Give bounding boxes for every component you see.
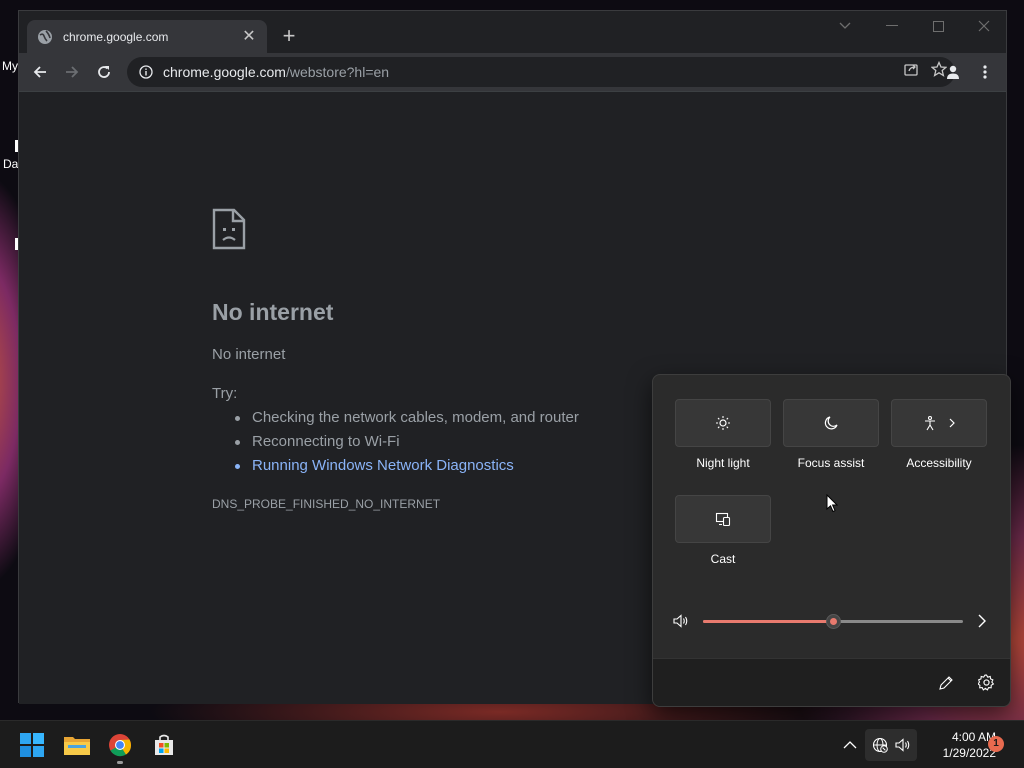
night-light-tile[interactable] — [675, 399, 771, 447]
title-bar: chrome.google.com ✕ + — [19, 11, 1006, 53]
maximize-icon — [932, 20, 944, 32]
start-button[interactable] — [16, 729, 48, 761]
cast-icon — [715, 512, 731, 527]
folder-icon — [64, 737, 90, 755]
gear-icon[interactable] — [978, 674, 995, 691]
mouse-cursor — [826, 494, 838, 513]
network-diagnostics-link[interactable]: Running Windows Network Diagnostics — [233, 457, 579, 481]
cast-tile[interactable] — [675, 495, 771, 543]
store-icon — [155, 734, 173, 755]
info-icon — [139, 65, 153, 79]
desktop-icon-label: Da — [3, 157, 19, 171]
quick-settings-panel: Night light Focus assist Accessibility C… — [652, 374, 1011, 707]
close-icon — [978, 20, 990, 32]
chevron-up-icon — [843, 741, 857, 749]
close-window-button[interactable] — [961, 11, 1007, 41]
url-host: chrome.google.com — [163, 64, 286, 80]
back-button[interactable] — [28, 60, 52, 84]
arrow-left-icon — [33, 66, 46, 78]
address-bar[interactable]: chrome.google.com/webstore?hl=en — [127, 57, 955, 87]
night-light-label: Night light — [696, 456, 750, 470]
notification-badge[interactable]: 1 — [988, 736, 1004, 752]
minimize-button[interactable] — [869, 11, 915, 41]
clock-time: 4:00 AM — [951, 730, 996, 744]
more-vert-icon — [983, 65, 987, 79]
globe-icon — [38, 29, 52, 44]
try-label: Try: — [212, 385, 238, 402]
desktop-icon-label: My — [2, 59, 18, 73]
system-tray-group[interactable] — [865, 729, 917, 761]
browser-toolbar: chrome.google.com/webstore?hl=en — [19, 53, 1006, 91]
error-code: DNS_PROBE_FINISHED_NO_INTERNET — [212, 497, 441, 511]
suggestion-item: Reconnecting to Wi-Fi — [233, 433, 579, 457]
tab-close-button[interactable]: ✕ — [241, 28, 257, 45]
accessibility-label: Accessibility — [906, 456, 972, 470]
new-tab-button[interactable]: + — [277, 25, 301, 49]
chevron-right-icon — [949, 418, 955, 428]
sad-document-icon — [212, 208, 246, 250]
volume-slider-fill — [703, 620, 833, 623]
suggestion-item: Checking the network cables, modem, and … — [233, 409, 579, 433]
volume-row — [653, 607, 1010, 635]
accessibility-icon — [925, 415, 935, 431]
pencil-icon[interactable] — [938, 675, 954, 691]
moon-icon — [824, 416, 838, 430]
windows-logo-icon — [20, 733, 44, 757]
show-hidden-icons-button[interactable] — [843, 737, 857, 755]
quick-settings-footer — [653, 658, 1010, 706]
focus-assist-tile[interactable] — [783, 399, 879, 447]
focus-assist-label: Focus assist — [797, 456, 865, 470]
tab-title: chrome.google.com — [63, 29, 169, 44]
microsoft-store-button[interactable] — [148, 729, 180, 761]
reload-icon — [98, 66, 110, 78]
reload-button[interactable] — [92, 60, 116, 84]
suggestion-list: Checking the network cables, modem, and … — [233, 409, 579, 481]
arrow-right-icon — [66, 66, 79, 78]
error-title: No internet — [212, 299, 334, 325]
chevron-right-icon[interactable] — [977, 614, 987, 628]
person-icon — [947, 65, 959, 79]
profile-button[interactable] — [941, 60, 965, 84]
volume-slider[interactable] — [703, 614, 963, 629]
globe-no-internet-icon — [872, 737, 888, 753]
browser-tab[interactable]: chrome.google.com ✕ — [27, 20, 267, 53]
brightness-icon — [716, 416, 730, 430]
share-icon[interactable] — [903, 61, 919, 77]
file-explorer-button[interactable] — [61, 729, 93, 761]
chevron-down-icon — [839, 22, 851, 29]
speaker-icon[interactable] — [673, 614, 689, 628]
forward-button[interactable] — [60, 60, 84, 84]
chrome-icon — [109, 734, 132, 757]
cast-label: Cast — [710, 552, 736, 566]
taskbar: 4:00 AM 1/29/2022 — [0, 720, 1024, 768]
chrome-taskbar-button[interactable] — [104, 729, 136, 761]
accessibility-tile[interactable] — [891, 399, 987, 447]
url-text: chrome.google.com/webstore?hl=en — [163, 64, 389, 80]
tab-search-button[interactable] — [822, 11, 868, 41]
volume-slider-thumb[interactable] — [826, 614, 841, 629]
error-subtitle: No internet — [212, 346, 286, 363]
maximize-button[interactable] — [915, 11, 961, 41]
clock-date: 1/29/2022 — [942, 746, 996, 760]
volume-icon — [895, 738, 910, 752]
active-app-indicator — [117, 761, 123, 764]
clock[interactable]: 4:00 AM 1/29/2022 — [918, 729, 998, 761]
menu-button[interactable] — [973, 60, 997, 84]
url-path: /webstore?hl=en — [285, 64, 390, 80]
minimize-icon — [886, 25, 898, 26]
